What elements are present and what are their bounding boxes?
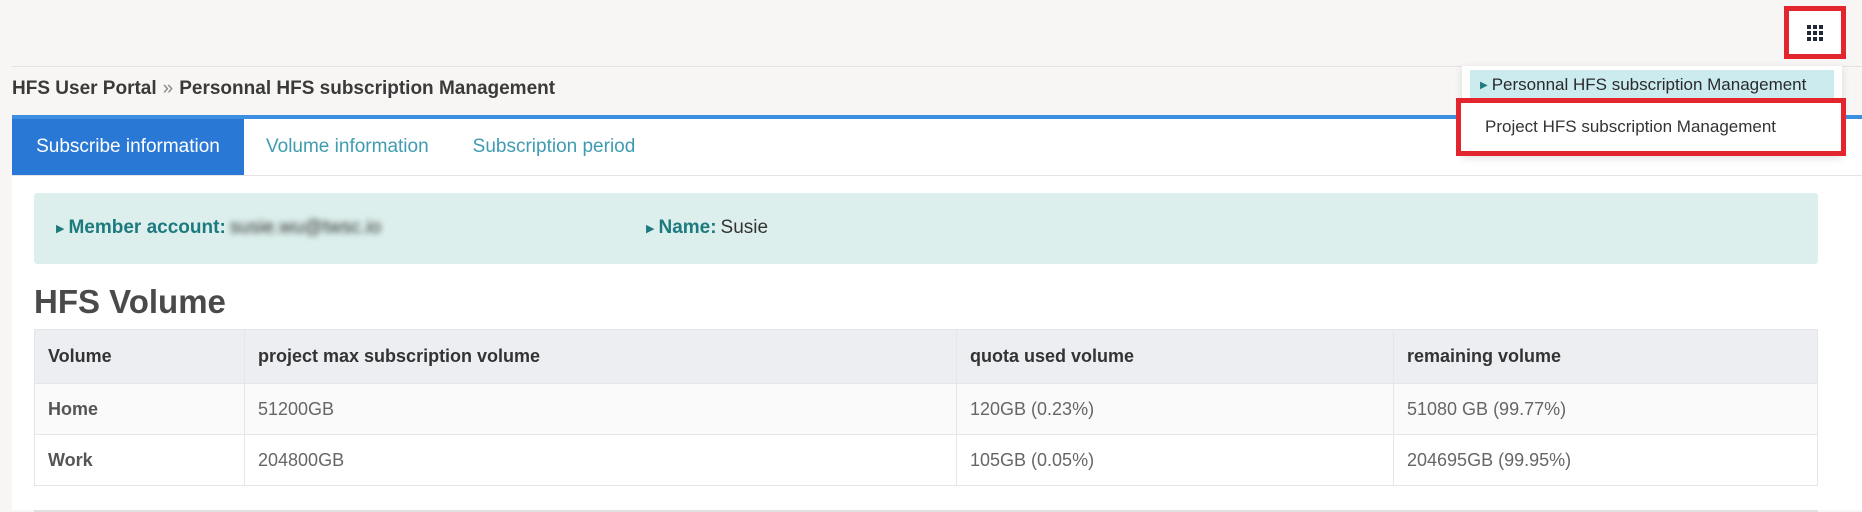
grid-icon — [1807, 24, 1823, 41]
caret-right-icon: ▶ — [646, 222, 655, 235]
cell-used: 105GB (0.05%) — [956, 434, 1394, 486]
member-account-value: susie.wu@twsc.io — [229, 217, 382, 238]
col-quota-used: quota used volume — [956, 329, 1394, 384]
member-name-value: Susie — [720, 217, 769, 238]
tab-subscribe-information[interactable]: Subscribe information — [12, 119, 244, 175]
col-remaining: remaining volume — [1393, 329, 1818, 384]
caret-right-icon: ▶ — [1480, 79, 1488, 91]
apps-menu-button[interactable] — [1784, 6, 1846, 59]
menu-item-project-hfs[interactable]: Project HFS subscription Management — [1456, 98, 1846, 156]
table-row: Home 51200GB 120GB (0.23%) 51080 GB (99.… — [34, 383, 1818, 435]
apps-dropdown-menu: ▶ Personnal HFS subscription Management … — [1456, 66, 1846, 156]
top-bar — [0, 0, 1862, 66]
volume-table: Volume project max subscription volume q… — [34, 329, 1818, 486]
table-header-row: Volume project max subscription volume q… — [34, 329, 1818, 384]
member-account-label: Member account: — [68, 217, 226, 238]
member-name-label: Name: — [658, 217, 717, 238]
cell-max: 51200GB — [244, 383, 957, 435]
table-row: Work 204800GB 105GB (0.05%) 204695GB (99… — [34, 434, 1818, 486]
member-account-field: ▶ Member account: susie.wu@twsc.io — [56, 217, 381, 239]
cell-remaining: 204695GB (99.95%) — [1393, 434, 1818, 486]
breadcrumb-current: Personnal HFS subscription Management — [179, 78, 556, 99]
breadcrumb-separator: » — [162, 78, 174, 99]
tab-subscription-period[interactable]: Subscription period — [451, 119, 658, 175]
cell-volume: Home — [34, 383, 245, 435]
section-title: HFS Volume — [34, 283, 226, 320]
member-name-field: ▶ Name: Susie — [646, 217, 768, 239]
col-volume: Volume — [34, 329, 245, 384]
menu-item-label: Personnal HFS subscription Management — [1491, 75, 1807, 94]
menu-item-personal-hfs[interactable]: ▶ Personnal HFS subscription Management — [1470, 70, 1834, 100]
cell-used: 120GB (0.23%) — [956, 383, 1394, 435]
cell-remaining: 51080 GB (99.77%) — [1393, 383, 1818, 435]
breadcrumb-root[interactable]: HFS User Portal — [12, 78, 157, 100]
main-panel: Subscribe information Volume information… — [12, 115, 1862, 512]
tab-volume-information[interactable]: Volume information — [244, 119, 451, 175]
cell-max: 204800GB — [244, 434, 957, 486]
caret-right-icon: ▶ — [56, 222, 65, 235]
cell-volume: Work — [34, 434, 245, 486]
breadcrumb: HFS User Portal » Personnal HFS subscrip… — [12, 78, 555, 100]
menu-item-label: Project HFS subscription Management — [1485, 117, 1777, 136]
member-info-bar: ▶ Member account: susie.wu@twsc.io ▶ Nam… — [34, 193, 1818, 264]
col-max-subscription: project max subscription volume — [244, 329, 957, 384]
